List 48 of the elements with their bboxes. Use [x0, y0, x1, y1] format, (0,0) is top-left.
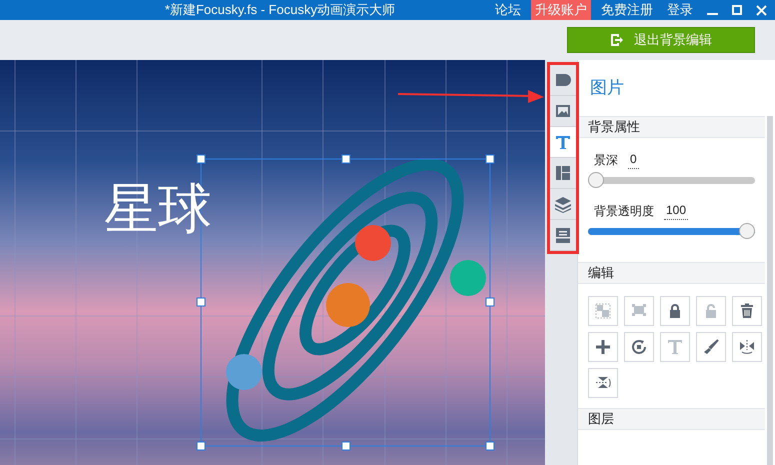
rotate-icon [631, 339, 647, 355]
canvas-text[interactable]: 星球 [104, 182, 212, 236]
layout-icon [554, 164, 572, 182]
tray-icon [554, 226, 572, 244]
trash-icon [739, 303, 755, 319]
section-heading: 图层 [578, 408, 765, 430]
close-icon[interactable] [756, 4, 767, 16]
slider[interactable] [588, 222, 755, 240]
flip-vertical-icon [595, 375, 611, 391]
slider[interactable] [588, 171, 755, 189]
group-icon [595, 303, 611, 319]
header-link[interactable]: 免费注册 [597, 0, 657, 20]
edit-tool-button[interactable] [732, 332, 762, 362]
side-tab[interactable] [550, 127, 576, 158]
slider-label: 背景透明度 [594, 203, 654, 220]
edit-tool-button[interactable] [624, 332, 654, 362]
scrollbar[interactable] [767, 116, 773, 465]
ungroup-icon [631, 303, 647, 319]
slider-thumb[interactable] [739, 223, 755, 239]
edit-tool-button[interactable] [588, 368, 618, 398]
text-icon [667, 339, 683, 355]
layers-icon [554, 195, 572, 213]
header-link[interactable]: 登录 [663, 0, 697, 20]
lock-icon [667, 303, 683, 319]
text-icon [554, 133, 572, 151]
exit-icon [610, 33, 624, 47]
window-title: *新建Focusky.fs - Focusky动画演示大师 [164, 1, 396, 20]
edit-tool-button[interactable] [660, 296, 690, 326]
slider-value[interactable]: 0 [628, 150, 639, 169]
plus-icon [595, 339, 611, 355]
shape-icon [554, 71, 572, 89]
edit-tool-button[interactable] [732, 296, 762, 326]
edit-tool-button[interactable] [588, 332, 618, 362]
slider-thumb[interactable] [588, 172, 604, 188]
header-link[interactable]: 升级账户 [531, 0, 591, 20]
exit-background-edit-button[interactable]: 退出背景编辑 [567, 27, 755, 53]
slider-value[interactable]: 100 [664, 201, 688, 220]
header-link[interactable]: 论坛 [491, 0, 525, 20]
image-icon [554, 102, 572, 120]
brush-icon [703, 339, 719, 355]
slider-label: 景深 [594, 152, 618, 169]
panel-title: 图片 [589, 77, 625, 100]
maximize-icon[interactable] [732, 5, 742, 15]
section-heading: 编辑 [578, 262, 765, 284]
unlock-icon [703, 303, 719, 319]
section-heading: 背景属性 [578, 116, 765, 138]
edit-tool-button[interactable] [696, 332, 726, 362]
flip-horizontal-icon [739, 339, 755, 355]
